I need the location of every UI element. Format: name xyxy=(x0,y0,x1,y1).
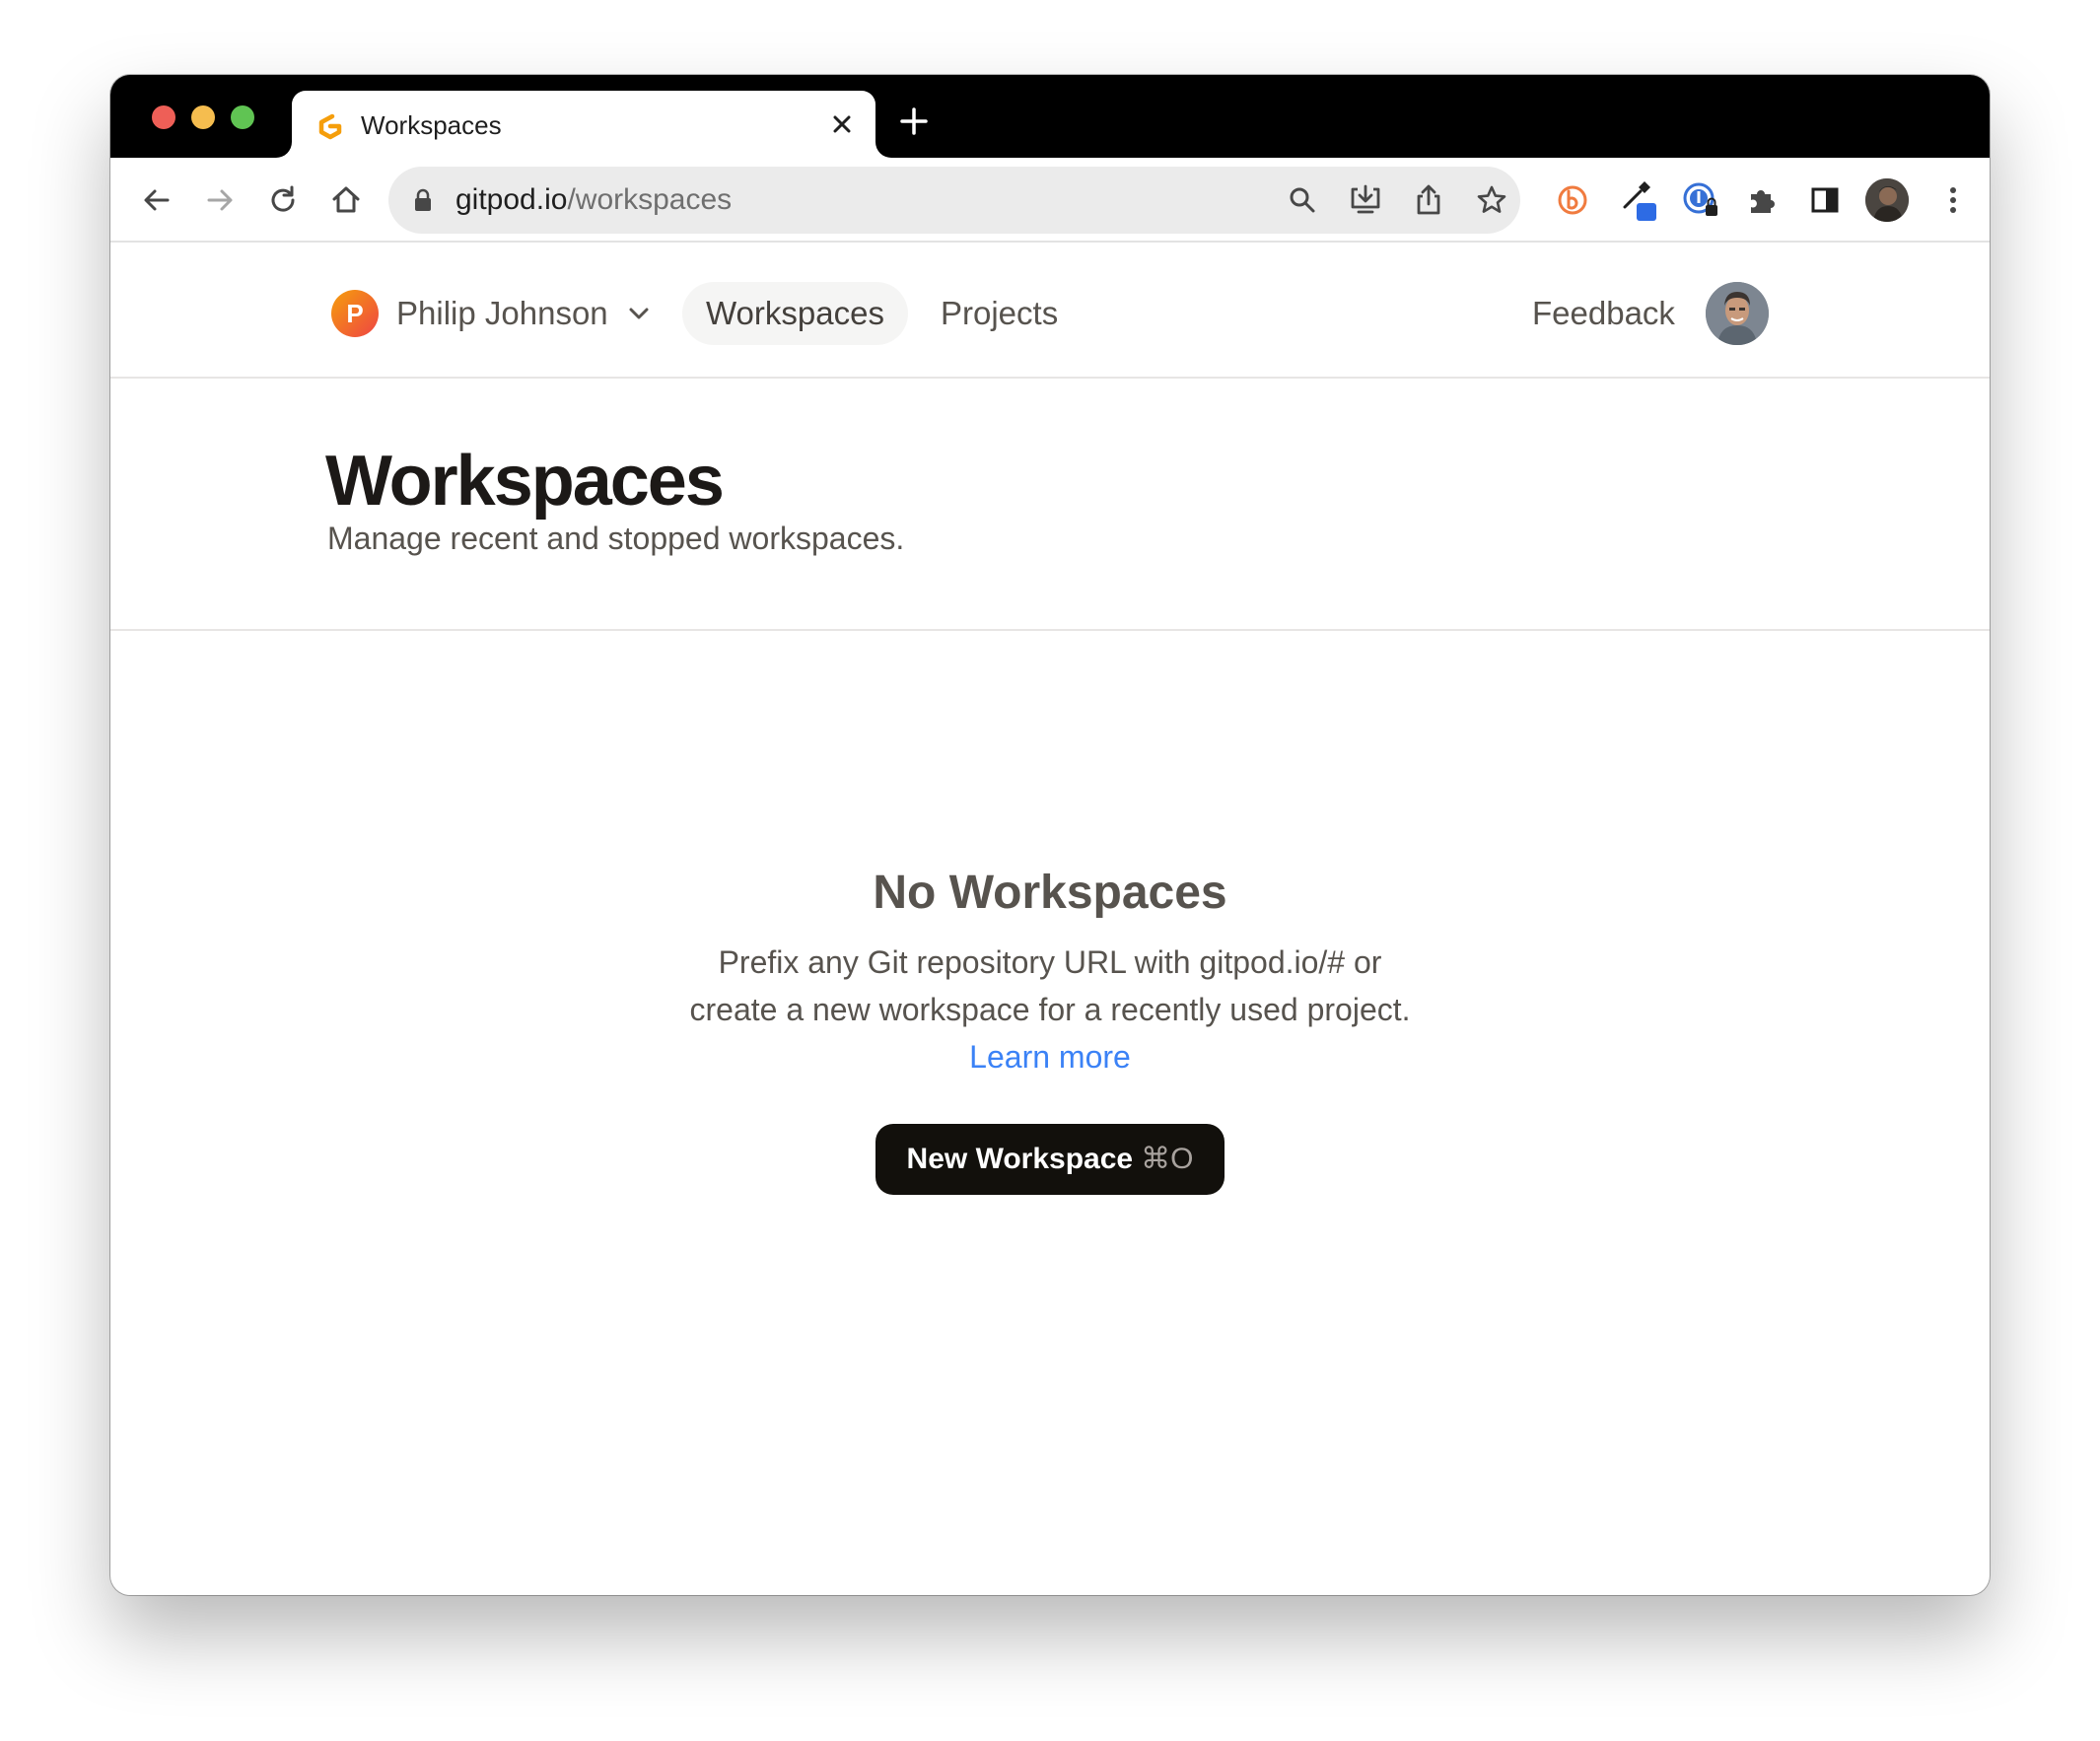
learn-more-link[interactable]: Learn more xyxy=(969,1033,1131,1080)
address-bar[interactable]: gitpod.io/workspaces xyxy=(388,167,1520,234)
user-avatar[interactable] xyxy=(1706,282,1769,345)
browser-tab[interactable]: Workspaces xyxy=(292,91,875,158)
url-path: /workspaces xyxy=(567,183,733,216)
keyboard-shortcut-hint: ⌘O xyxy=(1141,1143,1194,1175)
maximize-window-button[interactable] xyxy=(231,105,254,129)
close-window-button[interactable] xyxy=(152,105,175,129)
reload-icon[interactable] xyxy=(266,183,300,217)
extensions-puzzle-icon[interactable] xyxy=(1745,183,1779,217)
url-text[interactable]: gitpod.io/workspaces xyxy=(455,182,732,218)
empty-state-title: No Workspaces xyxy=(873,867,1227,919)
nav-projects[interactable]: Projects xyxy=(917,282,1082,345)
team-selector[interactable]: Philip Johnson xyxy=(396,294,608,333)
tab-title: Workspaces xyxy=(361,110,502,140)
menu-kebab-icon[interactable] xyxy=(1936,183,1970,217)
password-manager-icon[interactable] xyxy=(1682,181,1719,219)
browser-window: Workspaces gitpod.io/workspaces P Philip… xyxy=(110,75,1990,1595)
back-icon[interactable] xyxy=(140,183,174,217)
eyedropper-extension-icon[interactable] xyxy=(1619,179,1658,221)
nav-workspaces[interactable]: Workspaces xyxy=(682,282,908,345)
browser-toolbar: gitpod.io/workspaces xyxy=(110,158,1990,243)
gitpod-logo-icon xyxy=(318,113,342,140)
forward-icon[interactable] xyxy=(203,183,237,217)
close-tab-icon[interactable] xyxy=(828,110,856,138)
empty-state: No Workspaces Prefix any Git repository … xyxy=(110,864,1990,1195)
nav-feedback[interactable]: Feedback xyxy=(1508,282,1699,345)
empty-state-description-line-2: create a new workspace for a recently us… xyxy=(689,992,1411,1027)
search-icon[interactable] xyxy=(1286,183,1319,217)
team-avatar[interactable]: P xyxy=(331,290,379,337)
new-workspace-button-label: New Workspace xyxy=(906,1143,1134,1175)
empty-state-description-line-1: Prefix any Git repository URL with gitpo… xyxy=(718,944,1382,980)
page-title: Workspaces xyxy=(325,442,725,521)
minimize-window-button[interactable] xyxy=(191,105,215,129)
new-workspace-button[interactable]: New Workspace ⌘O xyxy=(875,1124,1225,1195)
profile-photo xyxy=(1865,178,1909,222)
chevron-down-icon[interactable] xyxy=(625,300,653,327)
share-icon[interactable] xyxy=(1412,183,1445,217)
page-subtitle: Manage recent and stopped workspaces. xyxy=(327,521,905,556)
bookmark-star-icon[interactable] xyxy=(1475,183,1508,217)
empty-state-description: Prefix any Git repository URL with gitpo… xyxy=(110,939,1990,1080)
tab-strip: Workspaces xyxy=(110,75,1990,158)
side-panel-icon[interactable] xyxy=(1808,183,1842,217)
lock-icon[interactable] xyxy=(412,188,434,212)
new-tab-icon[interactable] xyxy=(899,106,929,136)
profile-avatar[interactable] xyxy=(1865,178,1909,222)
app-header: P Philip Johnson Workspaces Projects Fee… xyxy=(110,243,1990,379)
user-photo xyxy=(1706,282,1769,345)
home-icon[interactable] xyxy=(329,183,363,217)
extension-b-icon[interactable] xyxy=(1556,183,1589,217)
install-app-icon[interactable] xyxy=(1349,183,1382,217)
url-host: gitpod.io xyxy=(455,183,568,216)
page-heading: Workspaces Manage recent and stopped wor… xyxy=(110,379,1990,631)
